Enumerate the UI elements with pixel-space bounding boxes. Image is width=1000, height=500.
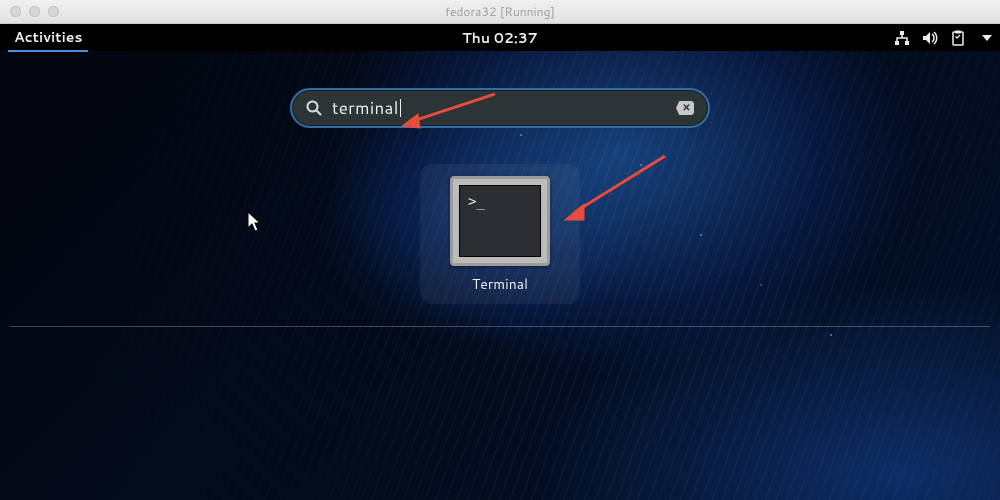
overview-search-input[interactable]: terminal ✕ xyxy=(290,88,710,128)
results-divider xyxy=(10,326,990,327)
clear-input-icon[interactable]: ✕ xyxy=(676,101,694,115)
activities-button[interactable]: Activities xyxy=(8,24,88,52)
window-traffic-lights[interactable] xyxy=(0,6,59,17)
network-icon xyxy=(894,30,910,46)
host-window-title: fedora32 [Running] xyxy=(0,3,1000,20)
search-result-terminal[interactable]: >_ Terminal xyxy=(420,164,580,304)
host-window-titlebar: fedora32 [Running] xyxy=(0,0,1000,24)
zoom-window-dot[interactable] xyxy=(48,6,59,17)
search-icon xyxy=(306,100,322,116)
status-area[interactable] xyxy=(894,30,992,46)
minimize-window-dot[interactable] xyxy=(29,6,40,17)
gnome-top-bar: Activities Thu 02:37 xyxy=(0,24,1000,51)
volume-icon xyxy=(922,30,938,46)
annotation-arrow-to-search xyxy=(400,92,500,132)
terminal-app-icon: >_ xyxy=(450,176,550,266)
clock-label[interactable]: Thu 02:37 xyxy=(462,28,537,48)
dropdown-arrow-icon xyxy=(982,35,992,41)
search-query-text: terminal xyxy=(332,96,676,120)
close-window-dot[interactable] xyxy=(10,6,21,17)
guest-desktop: Activities Thu 02:37 terminal ✕ >_ Termi… xyxy=(0,24,1000,500)
clipboard-icon xyxy=(950,30,966,46)
search-result-label: Terminal xyxy=(430,274,570,294)
annotation-arrow-to-result xyxy=(560,154,670,224)
